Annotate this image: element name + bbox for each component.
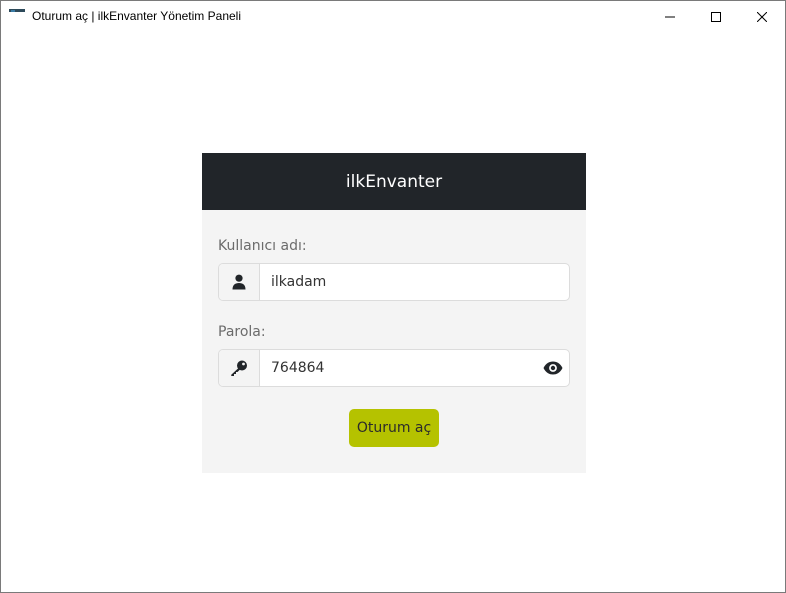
user-icon — [219, 264, 260, 300]
app-icon — [9, 8, 25, 23]
window-title: Oturum aç | ilkEnvanter Yönetim Paneli — [32, 9, 241, 23]
minimize-button[interactable] — [647, 1, 693, 32]
password-input[interactable] — [271, 350, 521, 386]
password-group — [218, 349, 570, 387]
login-card: ilkEnvanter Kullanıcı adı: Parola: — [202, 153, 586, 473]
username-group — [218, 263, 570, 301]
password-label: Parola: — [218, 324, 266, 340]
eye-icon[interactable] — [543, 359, 563, 377]
login-button[interactable]: Oturum aç — [349, 409, 439, 447]
app-window: Oturum aç | ilkEnvanter Yönetim Paneli i… — [0, 0, 786, 593]
username-input[interactable] — [271, 264, 521, 300]
login-header: ilkEnvanter — [202, 153, 586, 210]
key-icon — [219, 350, 260, 386]
title-bar[interactable]: Oturum aç | ilkEnvanter Yönetim Paneli — [1, 1, 785, 32]
close-button[interactable] — [739, 1, 785, 32]
username-label: Kullanıcı adı: — [218, 238, 307, 254]
maximize-button[interactable] — [693, 1, 739, 32]
